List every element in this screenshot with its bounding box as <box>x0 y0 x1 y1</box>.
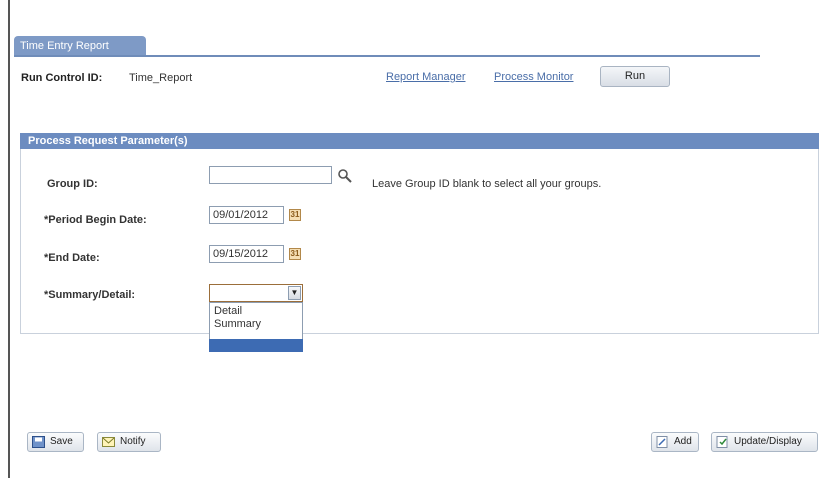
save-button[interactable]: Save <box>27 432 84 452</box>
process-monitor-link[interactable]: Process Monitor <box>494 71 573 83</box>
add-icon <box>656 436 668 448</box>
calendar-icon[interactable]: 31 <box>289 209 301 221</box>
update-display-button[interactable]: Update/Display <box>711 432 818 452</box>
update-icon <box>716 436 728 448</box>
notify-button[interactable]: Notify <box>97 432 161 452</box>
dropdown-option-detail[interactable]: Detail <box>214 305 242 317</box>
period-begin-label: *Period Begin Date: <box>44 214 147 226</box>
calendar-icon[interactable]: 31 <box>289 248 301 260</box>
dropdown-option-summary[interactable]: Summary <box>214 318 261 330</box>
dropdown-option-blank-selected[interactable] <box>209 339 303 352</box>
notify-label: Notify <box>120 436 146 447</box>
run-control-value: Time_Report <box>129 72 193 84</box>
tab-label: Time Entry Report <box>20 40 109 52</box>
update-label: Update/Display <box>734 436 802 447</box>
group-id-hint: Leave Group ID blank to select all your … <box>372 178 602 190</box>
notify-icon <box>102 437 115 447</box>
tab-underline <box>14 55 760 57</box>
summary-detail-label: *Summary/Detail: <box>44 289 136 301</box>
group-id-input[interactable] <box>209 166 332 184</box>
end-date-label: *End Date: <box>44 252 100 264</box>
run-control-label: Run Control ID: <box>21 72 103 84</box>
report-manager-link[interactable]: Report Manager <box>386 71 466 83</box>
add-label: Add <box>674 436 692 447</box>
run-button[interactable]: Run <box>600 66 670 87</box>
chevron-down-icon[interactable]: ▼ <box>288 286 301 300</box>
group-id-label: Group ID: <box>47 178 98 190</box>
end-date-input[interactable]: 09/15/2012 <box>209 245 284 263</box>
run-button-label: Run <box>624 70 646 82</box>
process-request-panel <box>20 133 819 334</box>
search-icon[interactable] <box>337 168 353 184</box>
save-icon <box>32 436 45 448</box>
add-button[interactable]: Add <box>651 432 699 452</box>
period-begin-input[interactable]: 09/01/2012 <box>209 206 284 224</box>
save-label: Save <box>50 436 73 447</box>
tab-time-entry-report[interactable]: Time Entry Report <box>14 36 146 56</box>
left-border <box>8 0 10 478</box>
panel-title: Process Request Parameter(s) <box>20 133 819 149</box>
